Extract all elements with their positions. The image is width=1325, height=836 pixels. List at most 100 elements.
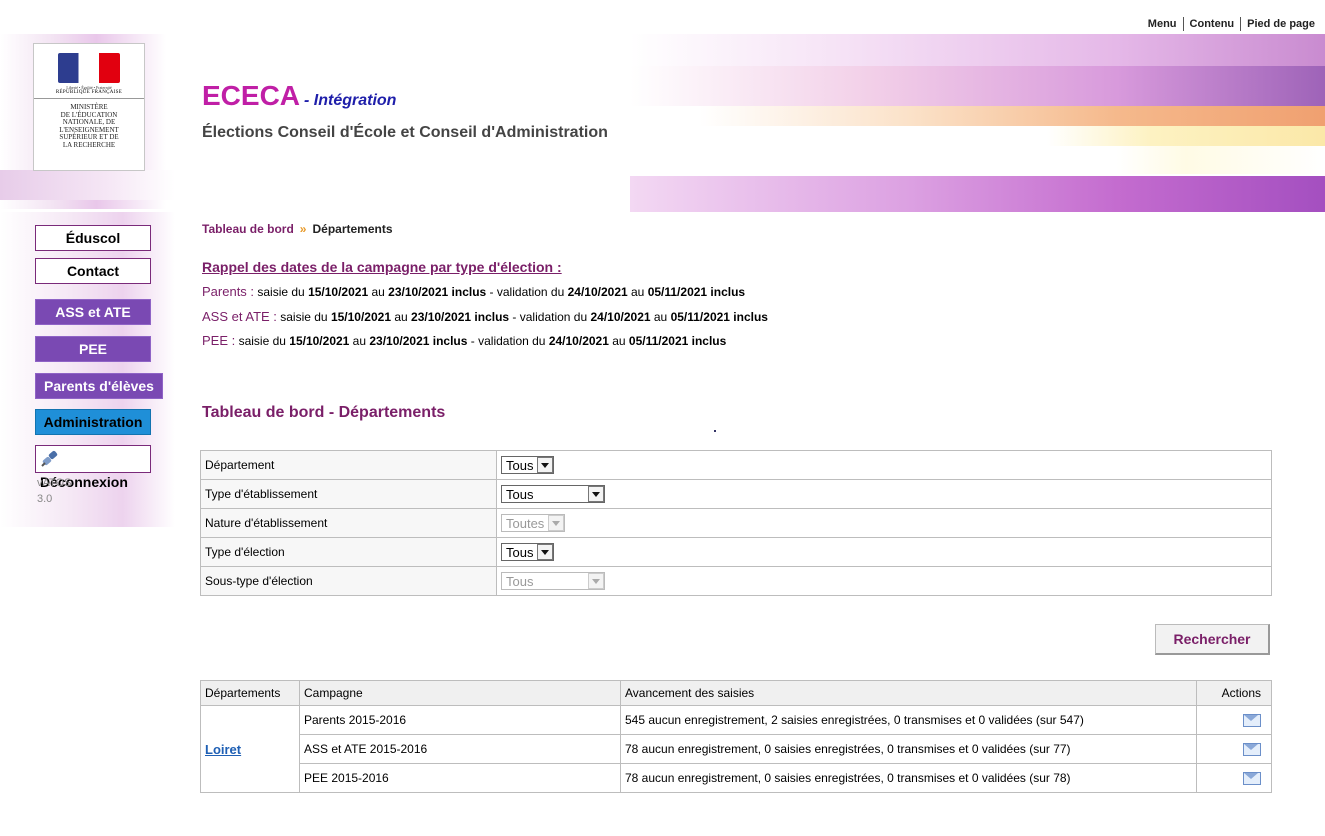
campaign-text: au: [627, 285, 648, 299]
campaign-text: au: [349, 334, 370, 348]
filter-label: Type d'établissement: [200, 479, 497, 509]
banner-decoration-left-lower: [0, 170, 175, 200]
chevron-down-icon[interactable]: [537, 544, 554, 560]
top-link-menu[interactable]: Menu: [1142, 17, 1183, 31]
progress-cell: 545 aucun enregistrement, 2 saisies enre…: [620, 705, 1197, 735]
results-table: Départements Campagne Avancement des sai…: [200, 680, 1272, 793]
campaign-date: 24/10/2021: [548, 334, 609, 348]
campaign-date: 24/10/2021: [590, 310, 651, 324]
campaign-date: 15/10/2021: [308, 285, 369, 299]
department-link-loiret[interactable]: Loiret: [205, 742, 241, 757]
search-button[interactable]: Rechercher: [1155, 624, 1270, 655]
actions-cell: [1196, 734, 1272, 764]
progress-cell: 78 aucun enregistrement, 0 saisies enreg…: [620, 734, 1197, 764]
filter-row-type-election: Type d'élection Tous: [200, 537, 1272, 567]
select-value: Tous: [506, 573, 534, 589]
nav-contact-button[interactable]: Contact: [35, 258, 151, 284]
app-subtitle: - Intégration: [304, 92, 397, 109]
plug-icon: [41, 451, 58, 468]
filter-label: Nature d'établissement: [200, 508, 497, 538]
breadcrumb-separator: »: [299, 222, 307, 236]
filter-value-cell: Tous: [496, 566, 1272, 596]
campaign-label: ASS et ATE :: [202, 309, 277, 324]
logo-republic: RÉPUBLIQUE FRANÇAISE: [55, 90, 123, 95]
select-value: Tous: [506, 457, 534, 473]
filter-row-departement: Département Tous: [200, 450, 1272, 480]
campaign-date: 15/10/2021: [330, 310, 391, 324]
filter-row-nature-etablissement: Nature d'établissement Toutes: [200, 508, 1272, 538]
banner-decoration-right: [630, 34, 1325, 212]
ministry-logo: Liberté • Égalité • Fraternité RÉPUBLIQU…: [33, 43, 145, 171]
campaign-label: PEE :: [202, 333, 236, 348]
nav-parents-button[interactable]: Parents d'élèves: [35, 373, 163, 399]
mail-icon[interactable]: [1243, 714, 1261, 728]
campaign-cell: ASS et ATE 2015-2016: [299, 734, 621, 764]
filter-label: Type d'élection: [200, 537, 497, 567]
chevron-down-icon: [548, 515, 565, 531]
campaign-text: - validation du: [486, 285, 568, 299]
campaign-text: au: [608, 334, 629, 348]
breadcrumb-tableau-de-bord[interactable]: Tableau de bord: [202, 222, 294, 236]
campaign-text: au: [650, 310, 671, 324]
campaign-cell: Parents 2015-2016: [299, 705, 621, 735]
campaign-cell: PEE 2015-2016: [299, 763, 621, 793]
campaign-date: 05/11/2021 inclus: [628, 334, 727, 348]
chevron-down-icon[interactable]: [537, 457, 554, 473]
nav-pee-button[interactable]: PEE: [35, 336, 151, 362]
campaign-text: - validation du: [509, 310, 591, 324]
departement-select[interactable]: Tous: [501, 456, 555, 474]
filter-table: Département Tous Type d'établissement To…: [200, 450, 1272, 596]
type-etablissement-select[interactable]: Tous: [501, 485, 605, 503]
column-header-departements: Départements: [200, 680, 300, 706]
column-header-actions: Actions: [1196, 680, 1272, 706]
chevron-down-icon: [588, 573, 604, 589]
actions-cell: [1196, 705, 1272, 735]
logo-ministry-line: LA RECHERCHE: [62, 140, 116, 149]
mail-icon[interactable]: [1243, 743, 1261, 757]
breadcrumb: Tableau de bord » Départements: [202, 222, 393, 236]
filter-value-cell: Toutes: [496, 508, 1272, 538]
nav-deconnexion-button[interactable]: Déconnexion: [35, 445, 151, 490]
top-link-contenu[interactable]: Contenu: [1182, 17, 1241, 31]
campaign-line-ass-ate: ASS et ATE : saisie du 15/10/2021 au 23/…: [202, 309, 768, 324]
filter-value-cell: Tous: [496, 537, 1272, 567]
select-value: Toutes: [506, 515, 545, 531]
campaign-text: saisie du: [254, 285, 309, 299]
campaign-date: 15/10/2021: [289, 334, 350, 348]
campaign-label: Parents :: [202, 284, 255, 299]
app-description: Élections Conseil d'École et Conseil d'A…: [202, 124, 608, 141]
nav-eduscol-button[interactable]: Éduscol: [35, 225, 151, 251]
campaign-text: au: [368, 285, 389, 299]
campaign-date: 24/10/2021: [567, 285, 628, 299]
version-name: vATOS: [37, 477, 72, 489]
column-header-campagne: Campagne: [299, 680, 621, 706]
campaign-text: saisie du: [276, 310, 331, 324]
top-link-pied-de-page[interactable]: Pied de page: [1240, 17, 1321, 31]
app-title: ECECA - Intégration: [202, 80, 396, 112]
progress-cell: 78 aucun enregistrement, 0 saisies enreg…: [620, 763, 1197, 793]
select-value: Tous: [506, 486, 534, 502]
nav-administration-button[interactable]: Administration: [35, 409, 151, 435]
version-info: vATOS 3.0: [37, 475, 71, 507]
campaign-date: 23/10/2021 inclus: [388, 285, 487, 299]
breadcrumb-departements: Départements: [312, 222, 393, 236]
table-row: ASS et ATE 2015-2016 78 aucun enregistre…: [201, 734, 1272, 764]
marianne-flag-icon: [58, 53, 120, 83]
type-election-select[interactable]: Tous: [501, 543, 555, 561]
sous-type-election-select: Tous: [501, 572, 605, 590]
campaign-dates-title: Rappel des dates de la campagne par type…: [202, 259, 562, 275]
column-header-avancement: Avancement des saisies: [620, 680, 1197, 706]
page-title: Tableau de bord - Départements: [202, 404, 446, 421]
actions-cell: [1196, 763, 1272, 793]
department-cell: Loiret: [200, 705, 300, 793]
filter-value-cell: Tous: [496, 450, 1272, 480]
campaign-line-pee: PEE : saisie du 15/10/2021 au 23/10/2021…: [202, 333, 726, 348]
campaign-text: saisie du: [235, 334, 290, 348]
campaign-text: - validation du: [467, 334, 549, 348]
chevron-down-icon[interactable]: [588, 486, 604, 502]
filter-label: Département: [200, 450, 497, 480]
nav-ass-ate-button[interactable]: ASS et ATE: [35, 299, 151, 325]
filter-label: Sous-type d'élection: [200, 566, 497, 596]
mail-icon[interactable]: [1243, 772, 1261, 786]
campaign-text: au: [391, 310, 412, 324]
